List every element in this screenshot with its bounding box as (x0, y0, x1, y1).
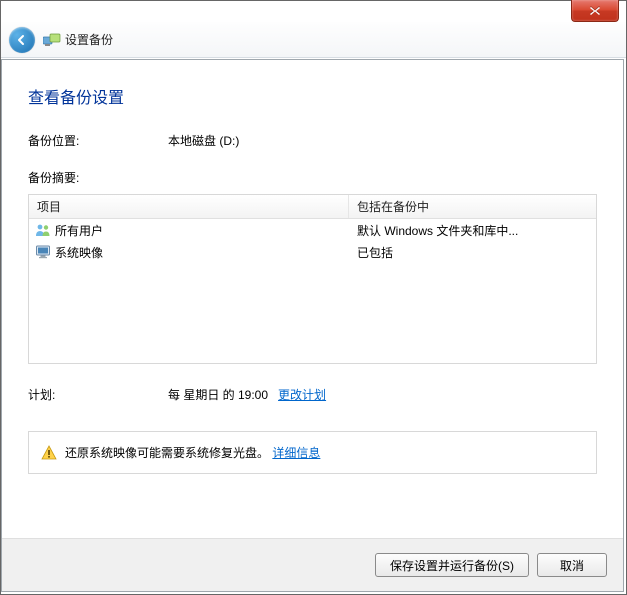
row-included: 已包括 (349, 244, 596, 261)
content-panel: 查看备份设置 备份位置: 本地磁盘 (D:) 备份摘要: 项目 包括在备份中 (1, 59, 624, 592)
header-title: 设置备份 (43, 31, 113, 48)
notice-box: 还原系统映像可能需要系统修复光盘。 详细信息 (28, 431, 597, 474)
summary-table: 项目 包括在备份中 所有用户 默认 Windows 文件夹和库中. (28, 194, 597, 364)
notice-link[interactable]: 详细信息 (272, 446, 320, 460)
column-header-included[interactable]: 包括在备份中 (349, 195, 596, 218)
column-header-item[interactable]: 项目 (29, 195, 349, 218)
warning-icon (41, 445, 57, 461)
schedule-value: 每 星期日 的 19:00 (168, 386, 268, 403)
backup-summary-label: 备份摘要: (28, 169, 597, 186)
schedule-row: 计划: 每 星期日 的 19:00 更改计划 (28, 386, 597, 403)
devices-icon (43, 32, 61, 48)
close-icon (589, 6, 601, 16)
schedule-label: 计划: (28, 386, 168, 403)
save-button[interactable]: 保存设置并运行备份(S) (375, 553, 529, 577)
row-name: 系统映像 (55, 244, 103, 261)
page-title: 查看备份设置 (28, 84, 597, 108)
table-row[interactable]: 所有用户 默认 Windows 文件夹和库中... (29, 219, 596, 241)
header-bar: 设置备份 (1, 22, 626, 58)
row-name: 所有用户 (55, 222, 103, 239)
table-row[interactable]: 系统映像 已包括 (29, 241, 596, 263)
change-schedule-link[interactable]: 更改计划 (278, 386, 326, 403)
notice-text: 还原系统映像可能需要系统修复光盘。 (65, 446, 269, 460)
cancel-button[interactable]: 取消 (537, 553, 607, 577)
backup-location-value: 本地磁盘 (D:) (168, 132, 239, 149)
close-button[interactable] (571, 0, 619, 22)
users-icon (35, 222, 51, 238)
arrow-left-icon (15, 33, 29, 47)
monitor-icon (35, 244, 51, 260)
window-title: 设置备份 (65, 31, 113, 48)
footer: 保存设置并运行备份(S) 取消 (2, 538, 623, 591)
back-button[interactable] (9, 27, 35, 53)
table-header: 项目 包括在备份中 (29, 195, 596, 219)
backup-location-label: 备份位置: (28, 132, 168, 149)
row-included: 默认 Windows 文件夹和库中... (349, 222, 596, 239)
table-body: 所有用户 默认 Windows 文件夹和库中... 系统映像 (29, 219, 596, 263)
backup-location-row: 备份位置: 本地磁盘 (D:) (28, 132, 597, 149)
